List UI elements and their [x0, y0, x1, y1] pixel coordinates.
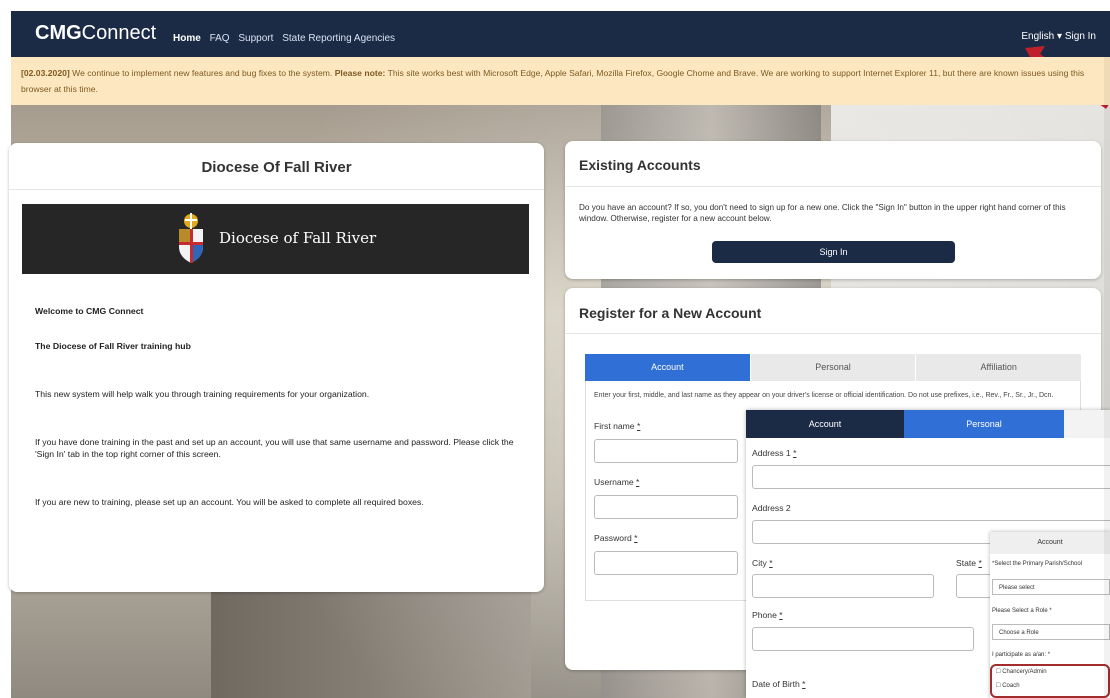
existing-user-text: If you have done training in the past an…: [35, 437, 514, 459]
welcome-copy: Welcome to CMG Connect The Diocese of Fa…: [35, 305, 525, 531]
checkbox-coach[interactable]: Coach: [996, 682, 1019, 689]
diocese-banner: Diocese of Fall River: [22, 204, 529, 274]
brand-logo[interactable]: CMGConnect: [35, 22, 156, 44]
username-label: Username *: [594, 477, 640, 487]
nav-home[interactable]: Home: [173, 33, 201, 44]
existing-text: Do you have an account? If so, you don't…: [579, 203, 1066, 223]
affiliation-tab-preview: Account *Select the Primary Parish/Schoo…: [990, 532, 1110, 698]
notice-banner: [02.03.2020] We continue to implement ne…: [11, 57, 1110, 105]
tab-personal[interactable]: Personal: [749, 354, 916, 381]
city-label: City *: [752, 558, 773, 568]
new-user-text: If you are new to training, please set u…: [35, 497, 424, 507]
dob-label: Date of Birth *: [752, 679, 806, 689]
phone-input[interactable]: [752, 627, 974, 651]
intro-text: This new system will help walk you throu…: [35, 389, 370, 399]
language-dropdown[interactable]: English ▾: [1021, 31, 1062, 42]
phone-label: Phone *: [752, 610, 783, 620]
checkbox-chancery-admin[interactable]: Chancery/Admin: [996, 668, 1046, 675]
page-scrollbar[interactable]: [1104, 57, 1110, 698]
address1-label: Address 1 *: [752, 448, 797, 458]
nav-state-agencies[interactable]: State Reporting Agencies: [282, 33, 395, 44]
nav-support[interactable]: Support: [238, 33, 273, 44]
nav-faq[interactable]: FAQ: [210, 33, 230, 44]
preview-tab-personal[interactable]: Personal: [904, 410, 1064, 438]
preview-tab-account[interactable]: Account: [746, 410, 904, 438]
state-label: State *: [956, 558, 982, 568]
sign-in-button[interactable]: Sign In: [712, 241, 955, 263]
welcome-heading: Welcome to CMG Connect: [35, 306, 144, 316]
password-label: Password *: [594, 533, 638, 543]
first-name-input[interactable]: [594, 439, 738, 463]
diocese-logo-text: Diocese of Fall River: [219, 229, 377, 247]
parish-prompt: *Select the Primary Parish/School: [992, 561, 1083, 567]
register-tabs: Account Personal Affiliation: [585, 354, 1082, 381]
register-title: Register for a New Account: [579, 305, 762, 321]
diocese-card: Diocese Of Fall River Diocese of Fall Ri…: [9, 143, 544, 592]
diocese-title: Diocese Of Fall River: [201, 159, 352, 176]
tab-account[interactable]: Account: [585, 354, 750, 381]
first-name-label: First name *: [594, 421, 641, 431]
diocese-crest-icon: [179, 213, 203, 263]
name-instruction: Enter your first, middle, and last name …: [594, 392, 1054, 399]
existing-accounts-card: Existing Accounts Do you have an account…: [565, 141, 1101, 279]
parish-select[interactable]: Please select: [992, 579, 1110, 595]
hub-heading: The Diocese of Fall River training hub: [35, 341, 191, 351]
role-select[interactable]: Choose a Role: [992, 624, 1110, 640]
address2-label: Address 2: [752, 503, 791, 513]
participate-label: I participate as a/an: *: [992, 652, 1051, 658]
nav-links: Home FAQ Support State Reporting Agencie…: [173, 33, 401, 44]
username-input[interactable]: [594, 495, 738, 519]
address1-input[interactable]: [752, 465, 1110, 489]
tab-affiliation[interactable]: Affiliation: [915, 354, 1082, 381]
city-input[interactable]: [752, 574, 934, 598]
existing-title: Existing Accounts: [579, 157, 701, 173]
password-input[interactable]: [594, 551, 738, 575]
top-navbar: CMGConnect Home FAQ Support State Report…: [11, 11, 1110, 57]
affiliation-preview-tab[interactable]: Account: [990, 532, 1110, 554]
role-prompt: Please Select a Role *: [992, 608, 1052, 614]
nav-sign-in[interactable]: Sign In: [1065, 31, 1096, 42]
